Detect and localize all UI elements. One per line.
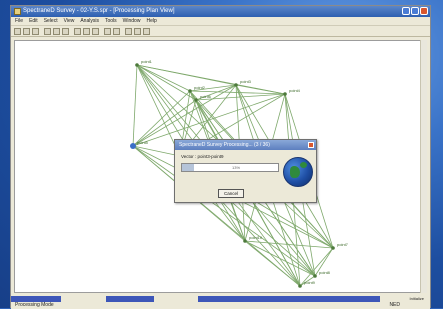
survey-point[interactable] (243, 239, 247, 243)
measure-icon[interactable] (113, 28, 120, 35)
app-icon (14, 8, 21, 15)
point-label: point5 (137, 140, 149, 145)
pan-icon[interactable] (92, 28, 99, 35)
save-icon[interactable] (32, 28, 39, 35)
menu-tools[interactable]: Tools (105, 17, 117, 25)
menu-help[interactable]: Help (146, 17, 156, 25)
survey-point[interactable] (234, 83, 238, 87)
window-controls (402, 7, 428, 15)
survey-point[interactable] (298, 284, 302, 288)
menu-window[interactable]: Window (123, 17, 141, 25)
survey-point[interactable] (194, 98, 198, 102)
baseline-vector[interactable] (244, 240, 334, 249)
print-icon[interactable] (44, 28, 51, 35)
minimize-button[interactable] (402, 7, 410, 15)
survey-point[interactable] (130, 143, 136, 149)
status-segment (106, 296, 154, 302)
menu-view[interactable]: View (64, 17, 75, 25)
processing-dialog: SpectraneD Survey Processing... (3 / 36)… (174, 139, 317, 203)
dialog-title: SpectraneD Survey Processing... (3 / 36) (175, 140, 316, 150)
close-button[interactable] (420, 7, 428, 15)
point-label: point9 (304, 280, 316, 285)
baseline-vector[interactable] (244, 240, 301, 287)
point-label: point3 (240, 79, 252, 84)
point-label: point4 (289, 88, 301, 93)
zoom-out-icon[interactable] (83, 28, 90, 35)
point-label: point10 (249, 235, 263, 240)
maximize-button[interactable] (411, 7, 419, 15)
zoom-in-icon[interactable] (74, 28, 81, 35)
cut-icon[interactable] (53, 28, 60, 35)
menu-file[interactable]: File (15, 17, 23, 25)
vector-text: Vector : point3-point9 (181, 154, 224, 159)
select-icon[interactable] (104, 28, 111, 35)
progress-bar: 13% (181, 163, 279, 172)
point-label: point6 (200, 94, 212, 99)
point-label: point8 (319, 270, 331, 275)
status-bar: Processing Mode NED Initialize (11, 295, 430, 309)
globe-icon (283, 157, 313, 187)
survey-point[interactable] (283, 92, 287, 96)
status-segment (198, 296, 380, 302)
status-pane: Initialize (409, 296, 424, 301)
menu-edit[interactable]: Edit (29, 17, 38, 25)
point-label: point2 (194, 85, 206, 90)
survey-point[interactable] (331, 246, 335, 250)
title-bar: SpectraneD Survey - 02-Y.S.spr - [Proces… (11, 6, 430, 17)
new-icon[interactable] (14, 28, 21, 35)
point-label: point1 (141, 59, 153, 64)
survey-point[interactable] (313, 274, 317, 278)
network-icon[interactable] (125, 28, 132, 35)
window-title: SpectraneD Survey - 02-Y.S.spr - [Proces… (23, 8, 175, 14)
baseline-vector[interactable] (136, 64, 197, 101)
menu-select[interactable]: Select (44, 17, 58, 25)
menu-analysis[interactable]: Analysis (80, 17, 99, 25)
settings-icon[interactable] (134, 28, 141, 35)
dialog-close-icon[interactable] (308, 142, 314, 148)
status-mode: Processing Mode (15, 302, 54, 308)
open-icon[interactable] (23, 28, 30, 35)
status-ned: NED (389, 302, 400, 308)
progress-fill (182, 164, 195, 171)
toolbar (11, 26, 430, 37)
survey-point[interactable] (188, 89, 192, 93)
menu-bar: File Edit Select View Analysis Tools Win… (11, 17, 430, 26)
survey-point[interactable] (135, 63, 139, 67)
point-label: point7 (337, 242, 349, 247)
record-icon[interactable] (143, 28, 150, 35)
baseline-vector[interactable] (132, 64, 138, 147)
vertical-scrollbar[interactable] (420, 40, 427, 293)
progress-label: 13% (232, 165, 241, 170)
copy-icon[interactable] (62, 28, 69, 35)
cancel-button[interactable]: Cancel (218, 189, 244, 198)
baseline-vector[interactable] (244, 240, 316, 277)
